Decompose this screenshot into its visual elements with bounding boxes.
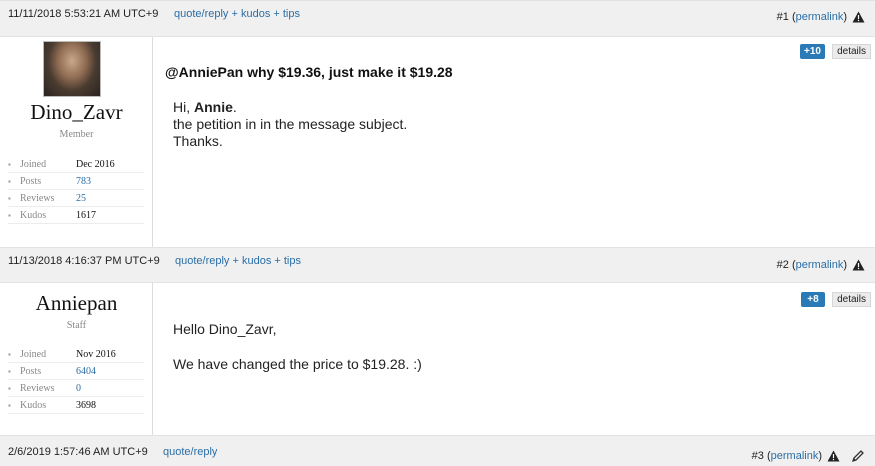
permalink-link[interactable]: permalink bbox=[796, 11, 844, 23]
post-content: +8 details Hello Dino_Zavr, We have chan… bbox=[153, 283, 875, 435]
post-number: #1 (permalink) bbox=[776, 11, 847, 23]
message-line: We have changed the price to $19.28. :) bbox=[173, 356, 422, 372]
author-name[interactable]: Anniepan bbox=[0, 291, 153, 316]
warning-icon[interactable] bbox=[827, 450, 840, 462]
permalink-link[interactable]: permalink bbox=[771, 450, 819, 462]
author-panel: Dino_Zavr Member ▪ Joined Dec 2016 ▪ Posts 7… bbox=[0, 37, 153, 247]
post-number: #3 (permalink) bbox=[751, 450, 822, 462]
author-role: Staff bbox=[66, 320, 87, 331]
post-1-body: Dino_Zavr Member ▪ Joined Dec 2016 ▪ Posts 7… bbox=[0, 37, 875, 247]
post-date: 2/6/2019 1:57:46 AM UTC+9 bbox=[8, 446, 148, 458]
author-stats: ▪ Joined Dec 2016 ▪ Posts 783 ▪ Reviews 25 ▪ Ku… bbox=[8, 156, 144, 224]
posts-count-link[interactable]: 783 bbox=[76, 176, 91, 187]
author-name[interactable]: Dino_Zavr bbox=[0, 100, 153, 125]
stat-kudos: ▪ Kudos 3698 bbox=[8, 397, 144, 414]
quote-reply-link[interactable]: quote/reply bbox=[163, 446, 217, 458]
message-line: the petition in in the message subject. bbox=[173, 116, 408, 132]
quote-reply-link[interactable]: quote/reply + kudos + tips bbox=[175, 255, 301, 267]
post-message: Hi, Annie. the petition in in the messag… bbox=[173, 99, 407, 150]
post-1-header: 11/11/2018 5:53:21 AM UTC+9 quote/reply … bbox=[0, 0, 875, 37]
quote-reply-link[interactable]: quote/reply + kudos + tips bbox=[174, 8, 300, 20]
stat-posts: ▪ Posts 6404 bbox=[8, 363, 144, 380]
stat-reviews: ▪ Reviews 0 bbox=[8, 380, 144, 397]
stat-kudos: ▪ Kudos 1617 bbox=[8, 207, 144, 224]
post-subject: @AnniePan why $19.36, just make it $19.2… bbox=[165, 64, 453, 80]
details-button[interactable]: details bbox=[832, 44, 871, 59]
post-number-area: #1 (permalink) bbox=[777, 11, 865, 23]
kudos-badge[interactable]: +8 bbox=[801, 292, 825, 307]
message-line: Hello Dino_Zavr, bbox=[173, 321, 277, 337]
post-date: 11/13/2018 4:16:37 PM UTC+9 bbox=[8, 255, 160, 267]
post-number-area: #2 (permalink) bbox=[777, 259, 865, 271]
permalink-link[interactable]: permalink bbox=[796, 259, 844, 271]
kudos-badge[interactable]: +10 bbox=[800, 44, 825, 59]
post-message: Hello Dino_Zavr, We have changed the pri… bbox=[173, 321, 422, 373]
post-2-body: Anniepan Staff ▪ Joined Nov 2016 ▪ Posts 640… bbox=[0, 283, 875, 435]
message-line: Hi, Annie. bbox=[173, 99, 237, 115]
stat-joined: ▪ Joined Nov 2016 bbox=[8, 346, 144, 363]
stat-joined: ▪ Joined Dec 2016 bbox=[8, 156, 144, 173]
reviews-count-link[interactable]: 25 bbox=[76, 193, 86, 204]
author-stats: ▪ Joined Nov 2016 ▪ Posts 6404 ▪ Reviews 0 ▪ Ku… bbox=[8, 346, 144, 414]
post-3-header: 2/6/2019 1:57:46 AM UTC+9 quote/reply #3… bbox=[0, 435, 875, 466]
avatar[interactable] bbox=[43, 41, 101, 97]
post-number-area: #3 (permalink) bbox=[752, 449, 865, 463]
warning-icon[interactable] bbox=[852, 11, 865, 23]
message-line: Thanks. bbox=[173, 133, 223, 149]
author-panel: Anniepan Staff ▪ Joined Nov 2016 ▪ Posts 640… bbox=[0, 283, 153, 435]
pencil-icon[interactable] bbox=[851, 449, 865, 463]
stat-reviews: ▪ Reviews 25 bbox=[8, 190, 144, 207]
warning-icon[interactable] bbox=[852, 259, 865, 271]
posts-count-link[interactable]: 6404 bbox=[76, 366, 96, 377]
post-content: +10 details @AnniePan why $19.36, just m… bbox=[153, 37, 875, 247]
author-role: Member bbox=[59, 129, 94, 140]
post-date: 11/11/2018 5:53:21 AM UTC+9 bbox=[8, 8, 159, 20]
post-2-header: 11/13/2018 4:16:37 PM UTC+9 quote/reply … bbox=[0, 247, 875, 283]
stat-posts: ▪ Posts 783 bbox=[8, 173, 144, 190]
details-button[interactable]: details bbox=[832, 292, 871, 307]
post-number: #2 (permalink) bbox=[776, 259, 847, 271]
reviews-count-link[interactable]: 0 bbox=[76, 383, 81, 394]
